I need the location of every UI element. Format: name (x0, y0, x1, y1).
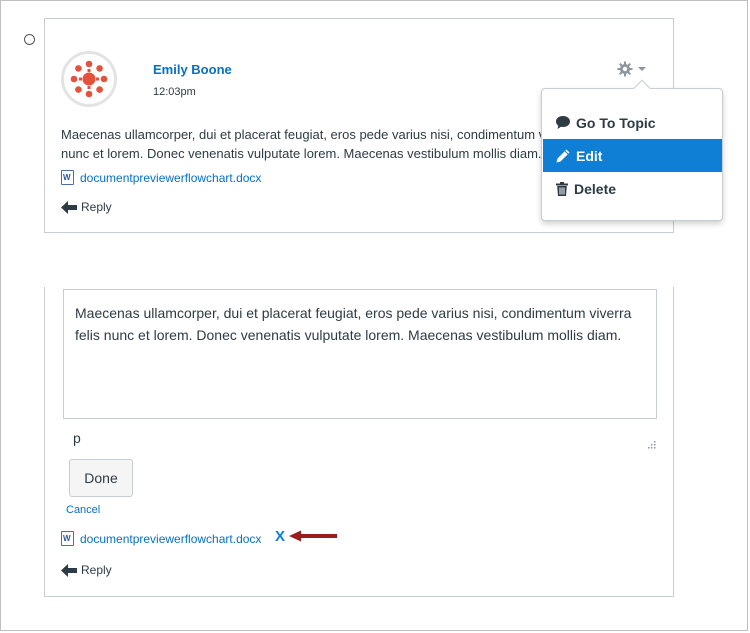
menu-item-edit[interactable]: Edit (543, 139, 722, 172)
remove-attachment-button[interactable]: X (275, 528, 285, 545)
entry-message-line-1: Maecenas ullamcorper, dui et placerat fe… (61, 127, 541, 142)
chevron-down-icon (638, 67, 646, 71)
entry-actions-menu: Go To Topic Edit Delete (541, 79, 723, 221)
attachment-link[interactable]: documentpreviewerflowchart.docx (80, 532, 261, 546)
reply-button[interactable]: Reply (61, 563, 112, 577)
edit-entry-panel: Maecenas ullamcorper, dui et placerat fe… (44, 287, 674, 597)
speech-bubble-icon (556, 116, 570, 129)
resize-handle-icon[interactable] (646, 441, 656, 451)
avatar[interactable] (61, 51, 117, 107)
canvas-logo-icon (70, 60, 108, 98)
post-timestamp: 12:03pm (153, 86, 196, 98)
menu-item-label: Go To Topic (576, 114, 656, 131)
word-doc-icon (61, 170, 74, 185)
reply-arrow-icon (61, 563, 77, 577)
rich-text-editor[interactable]: Maecenas ullamcorper, dui et placerat fe… (63, 289, 657, 419)
reply-button[interactable]: Reply (61, 200, 112, 214)
attachment-link[interactable]: documentpreviewerflowchart.docx (80, 171, 261, 185)
pencil-icon (556, 149, 570, 162)
edit-attachment[interactable]: documentpreviewerflowchart.docx (61, 531, 261, 546)
gear-icon (617, 61, 633, 77)
reply-label: Reply (81, 563, 112, 577)
entry-message: Maecenas ullamcorper, dui et placerat fe… (61, 125, 541, 161)
reply-arrow-icon (61, 200, 77, 214)
menu-item-label: Edit (576, 147, 603, 164)
author-name-link[interactable]: Emily Boone (153, 62, 232, 77)
editor-path-indicator: p (73, 430, 81, 446)
menu-item-delete[interactable]: Delete (543, 172, 722, 205)
done-button[interactable]: Done (69, 459, 133, 497)
entry-attachment[interactable]: documentpreviewerflowchart.docx (61, 170, 261, 185)
trash-icon (556, 181, 568, 196)
settings-menu-button[interactable] (617, 59, 649, 79)
menu-item-label: Delete (574, 180, 617, 197)
reply-label: Reply (81, 200, 112, 214)
annotation-arrow-icon (289, 530, 337, 542)
menu-item-go-to-topic[interactable]: Go To Topic (543, 106, 722, 139)
list-bullet (24, 34, 35, 45)
word-doc-icon (61, 531, 74, 546)
cancel-link[interactable]: Cancel (66, 504, 100, 516)
entry-message-line-2: nunc et lorem. Donec venenatis vulputate… (61, 146, 541, 161)
